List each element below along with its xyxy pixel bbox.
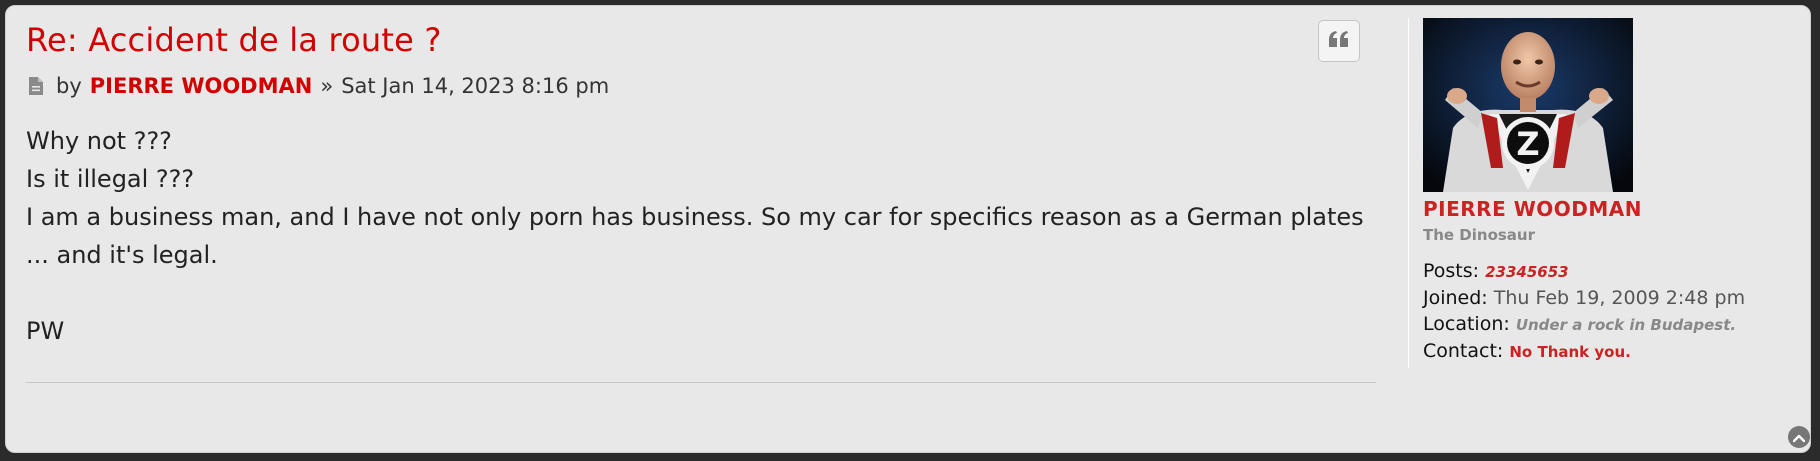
location-label: Location: [1423, 313, 1510, 335]
meta-separator: » [320, 74, 334, 98]
profile-contact-row: Contact: No Thank you. [1423, 338, 1804, 365]
contact-label: Contact: [1423, 340, 1504, 362]
post-body: Re: Accident de la route ? by PIERRE WOO… [26, 20, 1376, 350]
post-content: Why not ??? Is it illegal ??? I am a bus… [26, 122, 1376, 350]
signature-text: PW [26, 317, 65, 345]
quote-button[interactable] [1318, 20, 1360, 62]
post-file-icon[interactable] [26, 74, 46, 98]
contact-value[interactable]: No Thank you. [1509, 343, 1630, 361]
quote-icon [1328, 30, 1350, 52]
content-line: ... and it's legal. [26, 241, 218, 269]
post-divider [26, 382, 1376, 383]
avatar-emblem-letter: Z [1516, 125, 1539, 163]
by-label: by [56, 74, 82, 98]
post-author-link[interactable]: PIERRE WOODMAN [90, 74, 313, 98]
post-profile: Z PIERRE WOODMAN The Dinosaur Posts: 233… [1408, 18, 1804, 368]
post-date: Sat Jan 14, 2023 8:16 pm [341, 74, 610, 98]
location-value: Under a rock in Budapest. [1515, 316, 1737, 334]
post-container: Re: Accident de la route ? by PIERRE WOO… [5, 5, 1811, 453]
back-to-top-icon [1792, 428, 1806, 447]
joined-value: Thu Feb 19, 2009 2:48 pm [1493, 287, 1746, 309]
content-line: Why not ??? [26, 127, 172, 155]
profile-posts-row: Posts: 23345653 [1423, 258, 1804, 285]
content-line: Is it illegal ??? [26, 165, 195, 193]
post-meta: by PIERRE WOODMAN » Sat Jan 14, 2023 8:1… [26, 72, 1376, 100]
profile-rank: The Dinosaur [1423, 226, 1536, 244]
post-title[interactable]: Re: Accident de la route ? [26, 20, 1376, 60]
profile-location-row: Location: Under a rock in Budapest. [1423, 311, 1804, 338]
joined-label: Joined: [1423, 287, 1488, 309]
profile-joined-row: Joined: Thu Feb 19, 2009 2:48 pm [1423, 285, 1804, 311]
avatar[interactable]: Z [1423, 18, 1633, 192]
content-line: I am a business man, and I have not only… [26, 203, 1364, 231]
posts-count-link[interactable]: 23345653 [1485, 263, 1569, 281]
posts-label: Posts: [1423, 260, 1480, 282]
profile-username[interactable]: PIERRE WOODMAN [1423, 196, 1804, 222]
back-to-top-button[interactable] [1788, 426, 1810, 448]
profile-details: Posts: 23345653 Joined: Thu Feb 19, 2009… [1423, 258, 1804, 365]
